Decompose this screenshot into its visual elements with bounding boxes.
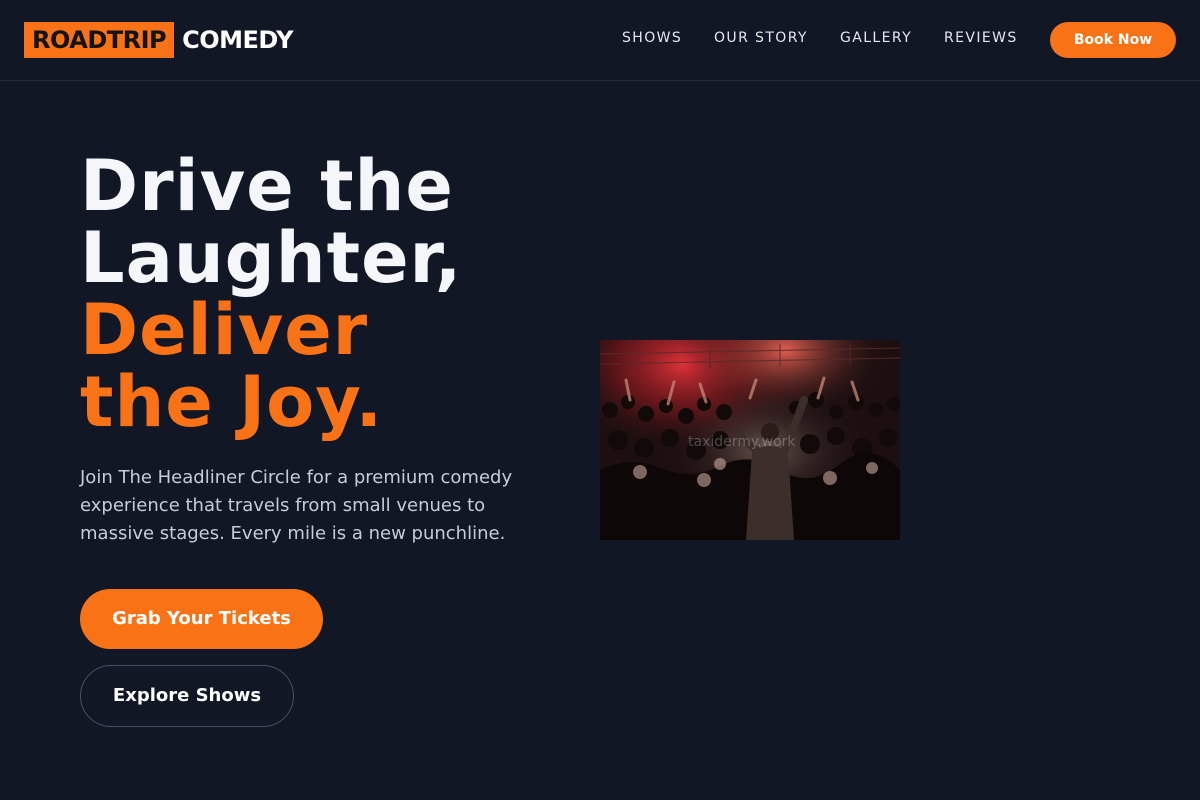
hero-title-line-4: the Joy. — [80, 361, 384, 443]
book-now-button[interactable]: Book Now — [1050, 22, 1176, 58]
nav-link-shows[interactable]: SHOWS — [622, 30, 682, 48]
hero-title: Drive the Laughter, Deliver the Joy. — [80, 150, 540, 438]
logo[interactable]: ROADTRIP COMEDY — [24, 22, 293, 58]
grab-tickets-button[interactable]: Grab Your Tickets — [80, 589, 323, 649]
logo-text: COMEDY — [182, 26, 293, 54]
crowd-at-comedy-show-photo: taxidermy.work — [600, 340, 900, 540]
nav-link-our-story[interactable]: OUR STORY — [714, 30, 808, 48]
watermark-text: taxidermy.work — [688, 434, 796, 450]
logo-box-text: ROADTRIP — [24, 22, 175, 58]
hero-description: Join The Headliner Circle for a premium … — [80, 467, 513, 544]
nav-link-gallery[interactable]: GALLERY — [840, 30, 912, 48]
hero-title-line-1: Drive the — [80, 145, 454, 227]
explore-shows-button[interactable]: Explore Shows — [80, 665, 294, 727]
hero-title-line-3: Deliver — [80, 289, 369, 371]
nav-link-reviews[interactable]: REVIEWS — [944, 30, 1018, 48]
site-header: ROADTRIP COMEDY SHOWS OUR STORY GALLERY … — [0, 0, 1200, 81]
hero-title-line-2: Laughter, — [80, 217, 463, 299]
